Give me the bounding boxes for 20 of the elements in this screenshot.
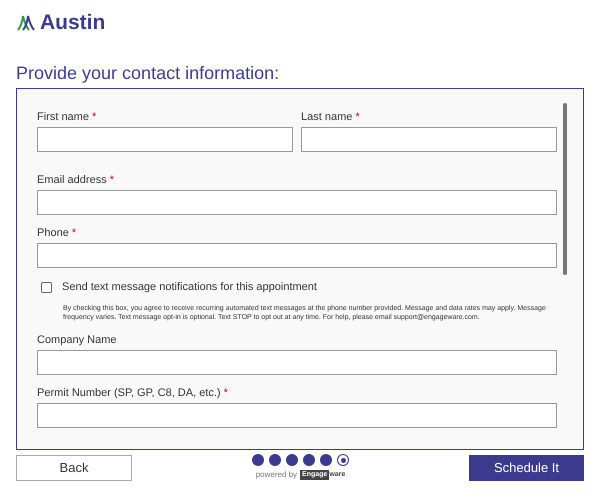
field-label: Company Name [37, 334, 118, 346]
input-field[interactable] [37, 350, 557, 374]
input-field[interactable] [301, 127, 557, 152]
field-label: Email address * [37, 174, 116, 187]
checkbox[interactable] [41, 282, 52, 293]
field-label: Permit Number (SP, GP, C8, DA, etc.) * [37, 386, 229, 400]
input-field[interactable] [37, 243, 557, 268]
logo-icon [16, 13, 36, 33]
logo-text: Austin [40, 10, 106, 36]
powered-by-text: powered by [256, 469, 298, 481]
checkbox-label: Send text message notifications for this appointment [62, 280, 317, 295]
schedule-button[interactable]: Schedule It [469, 454, 584, 480]
back-button[interactable]: Back [16, 454, 132, 480]
field-label: First name * [37, 111, 98, 124]
input-field[interactable] [37, 127, 293, 152]
input-field[interactable] [37, 190, 557, 215]
field-label: Last name * [301, 111, 361, 124]
page-title: Provide your contact information: [16, 62, 280, 84]
input-field[interactable] [37, 402, 557, 428]
field-label: Phone * [37, 227, 78, 240]
